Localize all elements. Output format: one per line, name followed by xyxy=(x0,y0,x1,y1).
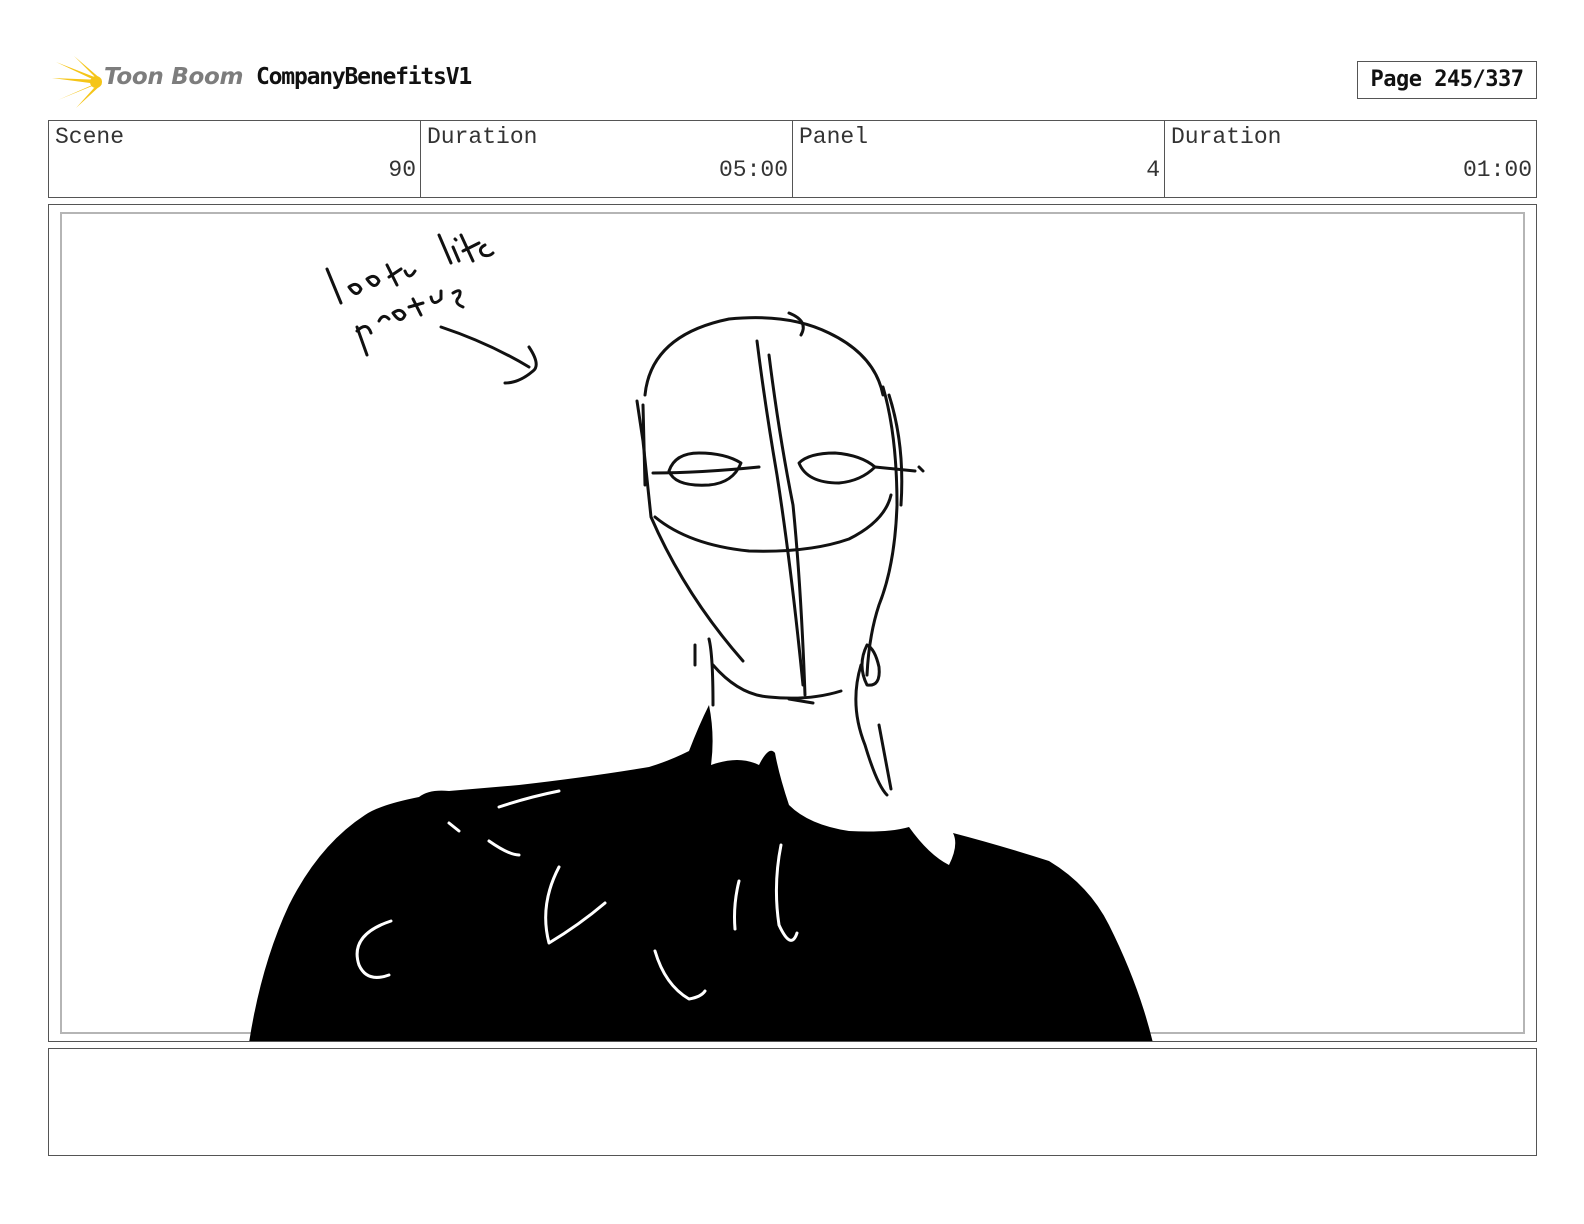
scene-cell: Scene 90 xyxy=(49,121,421,197)
scene-value: 90 xyxy=(388,157,416,183)
panel-duration-value: 01:00 xyxy=(1462,157,1532,183)
scene-duration-cell: Duration 05:00 xyxy=(421,121,793,197)
logo-text: Toon Boom xyxy=(104,64,244,90)
scene-duration-label: Duration xyxy=(427,124,538,150)
panel-value: 4 xyxy=(1146,157,1160,183)
notes-box xyxy=(48,1048,1537,1156)
info-row: Scene 90 Duration 05:00 Panel 4 Duration… xyxy=(48,120,1537,198)
panel-duration-label: Duration xyxy=(1171,124,1282,150)
panel-cell: Panel 4 xyxy=(793,121,1165,197)
panel-duration-cell: Duration 01:00 xyxy=(1165,121,1536,197)
page-indicator: Page 245/337 xyxy=(1357,61,1537,99)
character-shirt xyxy=(249,705,1153,1041)
scene-duration-value: 05:00 xyxy=(718,157,788,183)
character-head xyxy=(635,311,925,797)
handwritten-note xyxy=(325,233,538,385)
storyboard-panel xyxy=(48,204,1537,1042)
panel-sketch xyxy=(249,233,1153,1041)
panel-label: Panel xyxy=(799,124,869,150)
scene-label: Scene xyxy=(55,124,125,150)
project-title: CompanyBenefitsV1 xyxy=(256,64,472,90)
